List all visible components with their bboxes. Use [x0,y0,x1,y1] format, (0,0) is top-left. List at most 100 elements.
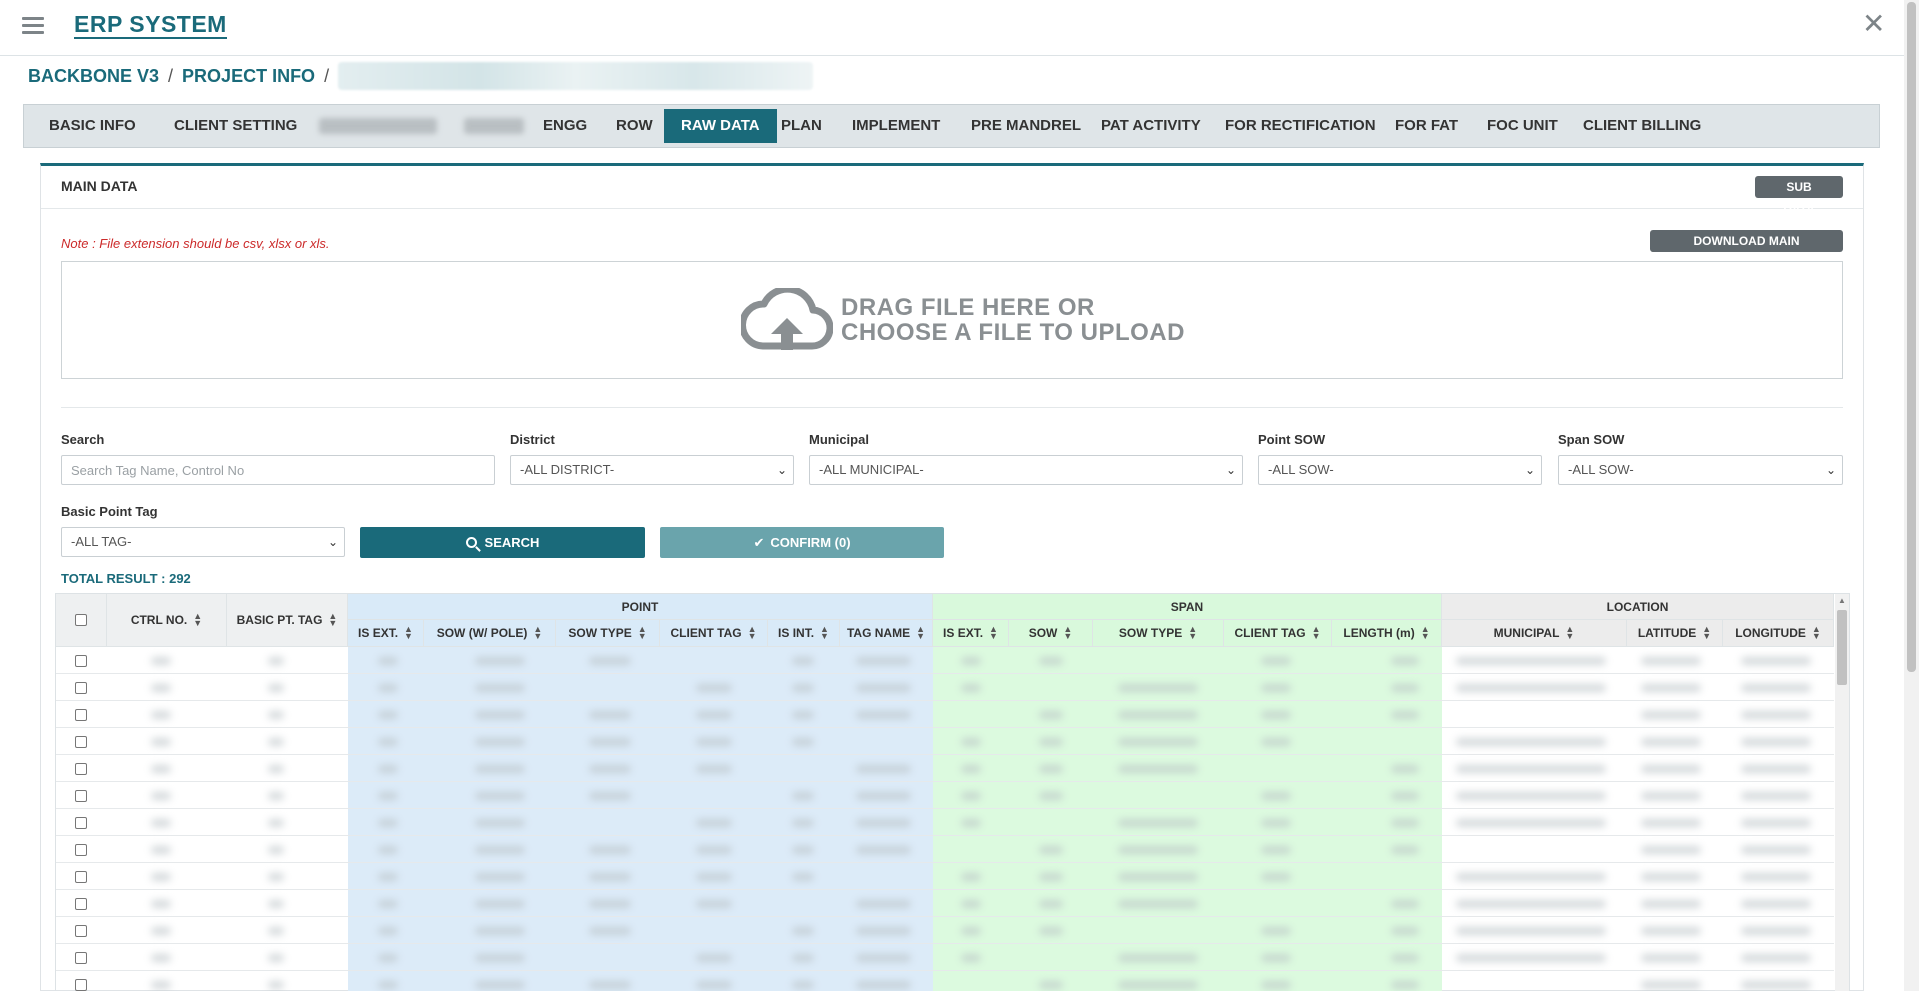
redacted-cell [1118,900,1198,908]
header-span-client-tag[interactable]: CLIENT TAG ▲ ▼ [1224,620,1332,647]
redacted-cell [1391,792,1419,800]
breadcrumb-item-backbone[interactable]: BACKBONE V3 [28,66,159,87]
app-title[interactable]: ERP SYSTEM [74,11,227,39]
redacted-cell [1118,819,1198,827]
basic-point-tag-select[interactable]: -ALL TAG- ⌄ [61,527,345,557]
row-checkbox[interactable] [75,871,87,883]
header-point-is-int[interactable]: IS INT. ▲ ▼ [768,620,840,647]
header-point-client-tag[interactable]: CLIENT TAG ▲ ▼ [660,620,768,647]
page-scrollbar[interactable] [1904,0,1919,991]
search-button[interactable]: SEARCH [360,527,645,558]
header-ctrl-no[interactable]: CTRL NO. ▲ ▼ [107,594,227,647]
row-checkbox[interactable] [75,790,87,802]
redacted-cell [1039,873,1063,881]
redacted-cell [1391,711,1419,719]
tab-foc-unit[interactable]: FOC UNIT [1470,109,1575,143]
table-row[interactable] [56,755,1834,782]
row-checkbox[interactable] [75,736,87,748]
header-span-sow-type-label: SOW TYPE [1118,626,1183,640]
file-upload-dropzone[interactable]: DRAG FILE HERE OR CHOOSE A FILE TO UPLOA… [61,261,1843,379]
redacted-cell [475,738,525,746]
tab-pre-mandrel[interactable]: PRE MANDREL [954,109,1098,143]
redacted-cell [589,927,631,935]
header-loc-municipal[interactable]: MUNICIPAL ▲ ▼ [1442,620,1627,647]
span-sow-select-value: -ALL SOW- [1568,462,1634,477]
select-all-checkbox[interactable] [75,614,87,626]
tab-client-setting[interactable]: CLIENT SETTING [157,109,314,143]
tab-raw-data[interactable]: RAW DATA [664,109,777,143]
tab-engg[interactable]: ENGG [526,109,604,143]
redacted-cell [268,711,284,719]
table-scrollbar-thumb[interactable] [1837,610,1847,685]
table-row[interactable] [56,728,1834,755]
table-scrollbar[interactable]: ▲ [1835,594,1849,991]
table-row[interactable] [56,917,1834,944]
district-select[interactable]: -ALL DISTRICT- ⌄ [510,455,794,485]
close-icon[interactable]: ✕ [1862,8,1885,40]
scroll-up-arrow-icon[interactable]: ▲ [1838,596,1846,605]
header-point-tag-name[interactable]: TAG NAME ▲ ▼ [840,620,933,647]
redacted-cell [1391,954,1419,962]
table-row[interactable] [56,971,1834,991]
panel-title: MAIN DATA [61,178,138,194]
redacted-cell [475,981,525,989]
search-input[interactable] [61,455,495,485]
sort-icon: ▲ ▼ [1063,624,1073,641]
row-checkbox[interactable] [75,709,87,721]
table-row[interactable] [56,863,1834,890]
header-span-is-ext[interactable]: IS EXT. ▲ ▼ [933,620,1009,647]
table-row[interactable] [56,809,1834,836]
table-row[interactable] [56,782,1834,809]
table-row[interactable] [56,836,1834,863]
tab-basic-info[interactable]: BASIC INFO [32,109,153,143]
redacted-cell [268,765,284,773]
row-checkbox[interactable] [75,682,87,694]
table-row[interactable] [56,674,1834,701]
header-span-length[interactable]: LENGTH (m) ▲ ▼ [1332,620,1442,647]
redacted-cell [1641,900,1701,908]
row-checkbox[interactable] [75,898,87,910]
redacted-cell [1261,657,1291,665]
row-checkbox[interactable] [75,763,87,775]
header-span-length-label: LENGTH (m) [1343,626,1415,640]
tab-implement[interactable]: IMPLEMENT [835,109,957,143]
download-main-template-button[interactable]: DOWNLOAD MAIN TEMPLATE [1650,230,1843,270]
tab-row[interactable]: ROW [599,109,670,143]
table-row[interactable] [56,944,1834,971]
hamburger-menu-icon[interactable] [22,17,44,35]
header-span-sow-type[interactable]: SOW TYPE ▲ ▼ [1093,620,1224,647]
row-checkbox[interactable] [75,844,87,856]
span-sow-select[interactable]: -ALL SOW- ⌄ [1558,455,1843,485]
row-checkbox[interactable] [75,817,87,829]
table-row[interactable] [56,701,1834,728]
page-scrollbar-thumb[interactable] [1907,2,1916,672]
table-row[interactable] [56,647,1834,674]
municipal-select[interactable]: -ALL MUNICIPAL- ⌄ [809,455,1243,485]
header-loc-latitude[interactable]: LATITUDE ▲ ▼ [1627,620,1723,647]
point-sow-select-value: -ALL SOW- [1268,462,1334,477]
point-sow-select[interactable]: -ALL SOW- ⌄ [1258,455,1542,485]
breadcrumb-item-project-info[interactable]: PROJECT INFO [182,66,315,87]
row-checkbox[interactable] [75,979,87,991]
header-point-is-ext[interactable]: IS EXT. ▲ ▼ [348,620,424,647]
header-basic-pt-tag[interactable]: BASIC PT. TAG ▲ ▼ [227,594,348,647]
redacted-cell [1039,981,1063,989]
row-checkbox[interactable] [75,655,87,667]
confirm-button[interactable]: ✔ CONFIRM (0) [660,527,944,558]
header-span-sow[interactable]: SOW ▲ ▼ [1009,620,1093,647]
sub-data-button[interactable]: SUB DATA [1755,176,1843,216]
row-checkbox[interactable] [75,925,87,937]
row-checkbox[interactable] [75,952,87,964]
header-point-sow-type[interactable]: SOW TYPE ▲ ▼ [556,620,660,647]
tab-client-billing[interactable]: CLIENT BILLING [1566,109,1718,143]
tab-for-rectification[interactable]: FOR RECTIFICATION [1208,109,1393,143]
tab-pat-activity[interactable]: PAT ACTIVITY [1084,109,1218,143]
sort-icon: ▲ ▼ [1811,624,1821,641]
header-group-point: POINT [348,594,933,620]
tab-redacted-1[interactable] [302,109,454,143]
tab-for-fat[interactable]: FOR FAT [1378,109,1475,143]
header-point-sow[interactable]: SOW (W/ POLE) ▲ ▼ [424,620,556,647]
header-loc-longitude[interactable]: LONGITUDE ▲ ▼ [1723,620,1834,647]
tab-plan[interactable]: PLAN [764,109,839,143]
table-row[interactable] [56,890,1834,917]
